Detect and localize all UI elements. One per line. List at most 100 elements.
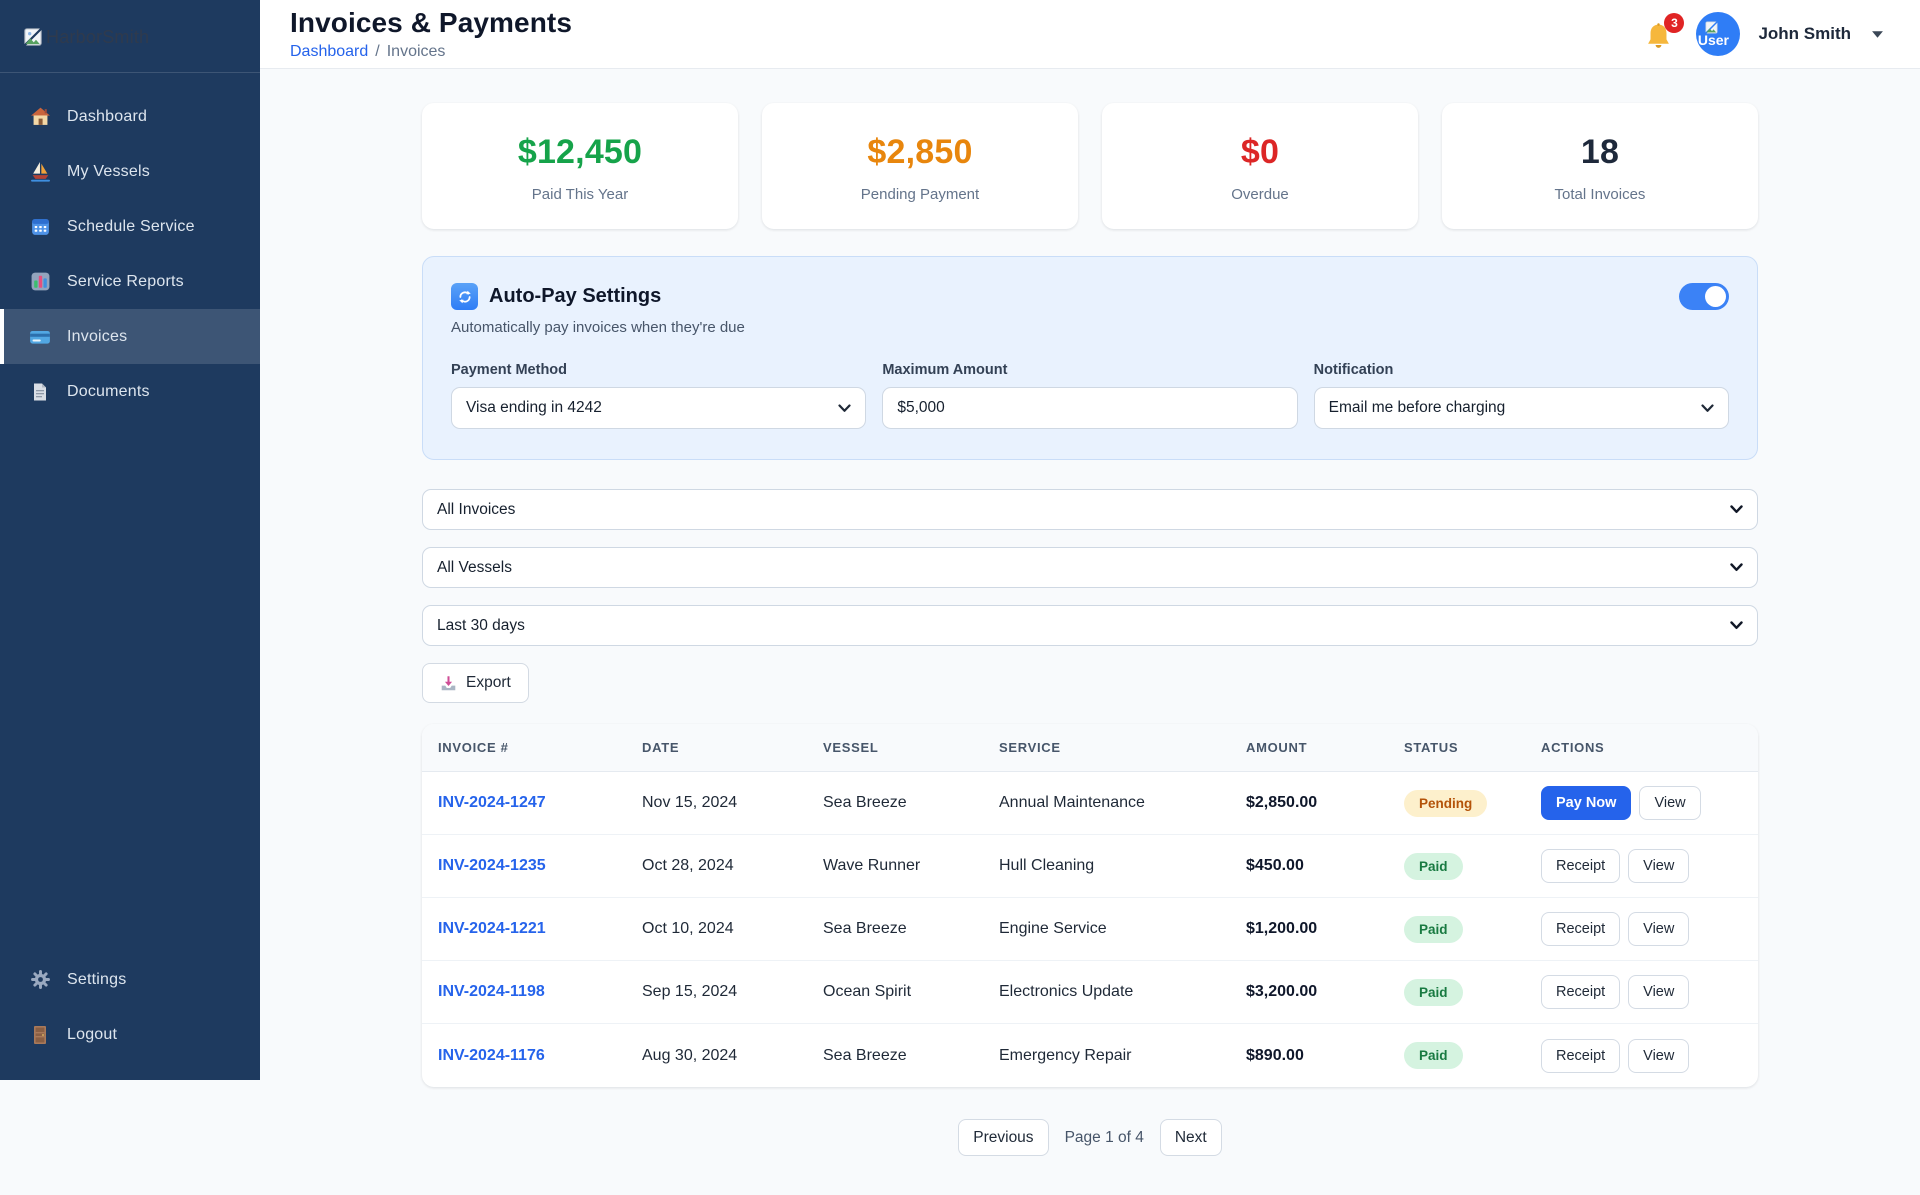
- invoice-service: Engine Service: [999, 920, 1107, 937]
- view-button[interactable]: View: [1628, 912, 1690, 946]
- column-header-status: STATUS: [1404, 740, 1459, 755]
- invoice-filter-value: All Invoices: [437, 500, 516, 518]
- view-button[interactable]: View: [1628, 849, 1690, 883]
- column-header-service: SERVICE: [999, 740, 1061, 755]
- invoice-date: Aug 30, 2024: [642, 1046, 738, 1064]
- invoice-service: Emergency Repair: [999, 1046, 1132, 1064]
- sidebar-item-invoices[interactable]: Invoices: [0, 309, 260, 364]
- table-header-row: INVOICE # DATE VESSEL SERVICE AMOUNT STA…: [422, 724, 1758, 772]
- top-header: Invoices & Payments Dashboard / Invoices 3…: [260, 0, 1920, 69]
- sailboat-icon: [29, 161, 51, 182]
- column-header-vessel: VESSEL: [823, 740, 879, 755]
- invoice-link[interactable]: INV-2024-1221: [438, 920, 546, 937]
- avatar-alt-text: User: [1697, 32, 1729, 48]
- stat-value: 18: [1580, 133, 1620, 171]
- status-badge: Paid: [1404, 915, 1463, 943]
- invoice-filter-select[interactable]: All Invoices: [422, 489, 1758, 530]
- chevron-down-icon: [1730, 505, 1743, 514]
- autopay-title: Auto-Pay Settings: [489, 285, 662, 307]
- breadcrumb-current: Invoices: [386, 43, 446, 60]
- receipt-button[interactable]: Receipt: [1541, 912, 1621, 946]
- chevron-down-icon[interactable]: [1871, 30, 1884, 39]
- invoice-vessel: Sea Breeze: [823, 1046, 907, 1064]
- bar-chart-icon: [29, 271, 51, 292]
- next-page-button[interactable]: Next: [1159, 1119, 1222, 1156]
- sidebar-item-label: Schedule Service: [67, 217, 195, 235]
- invoice-date: Nov 15, 2024: [642, 794, 738, 811]
- invoice-link[interactable]: INV-2024-1247: [438, 794, 546, 811]
- date-range-filter-value: Last 30 days: [437, 616, 525, 634]
- sidebar-nav: Dashboard My Vessels Schedule Service Se…: [0, 73, 260, 419]
- gear-icon: [29, 969, 51, 990]
- sidebar-item-service-reports[interactable]: Service Reports: [0, 254, 260, 309]
- column-header-date: DATE: [642, 740, 680, 755]
- sidebar: HarborSmith Dashboard My Vessels Schedul…: [0, 0, 260, 1080]
- receipt-button[interactable]: Receipt: [1541, 975, 1621, 1009]
- vessel-filter-select[interactable]: All Vessels: [422, 547, 1758, 588]
- invoice-vessel: Wave Runner: [823, 857, 921, 874]
- page-title: Invoices & Payments: [290, 7, 573, 38]
- invoice-link[interactable]: INV-2024-1176: [438, 1047, 545, 1064]
- sidebar-item-settings[interactable]: Settings: [0, 952, 260, 1007]
- filters-section: All Invoices All Vessels Last 30 days Ex…: [422, 489, 1758, 703]
- invoice-service: Electronics Update: [999, 983, 1134, 1000]
- invoices-table: INVOICE # DATE VESSEL SERVICE AMOUNT STA…: [422, 724, 1758, 1087]
- maximum-amount-label: Maximum Amount: [882, 362, 1008, 378]
- invoice-date: Sep 15, 2024: [642, 983, 738, 1000]
- autopay-toggle[interactable]: [1679, 283, 1729, 310]
- view-button[interactable]: View: [1628, 975, 1690, 1009]
- notifications-button[interactable]: 3: [1644, 13, 1685, 51]
- sidebar-footer: Settings Logout: [0, 952, 260, 1080]
- invoice-vessel: Sea Breeze: [823, 920, 907, 937]
- sidebar-item-label: Dashboard: [67, 107, 148, 125]
- notification-select[interactable]: Email me before charging: [1313, 387, 1729, 429]
- breadcrumb: Dashboard / Invoices: [290, 43, 572, 61]
- breadcrumb-dashboard-link[interactable]: Dashboard: [290, 43, 368, 60]
- invoice-link[interactable]: INV-2024-1235: [438, 857, 546, 874]
- download-tray-icon: [440, 675, 457, 692]
- invoice-amount: $450.00: [1246, 857, 1304, 874]
- sidebar-item-label: Logout: [67, 1025, 118, 1043]
- stat-card-paid-this-year: $12,450 Paid This Year: [422, 103, 738, 229]
- receipt-button[interactable]: Receipt: [1541, 1038, 1621, 1073]
- avatar[interactable]: User: [1696, 12, 1741, 56]
- sidebar-item-documents[interactable]: Documents: [0, 364, 260, 419]
- document-icon: [29, 382, 51, 402]
- table-row: INV-2024-1198 Sep 15, 2024 Ocean Spirit …: [422, 961, 1758, 1024]
- view-button[interactable]: View: [1639, 786, 1701, 820]
- invoice-amount: $890.00: [1246, 1046, 1304, 1064]
- chevron-down-icon: [1730, 563, 1743, 572]
- maximum-amount-input[interactable]: [882, 387, 1298, 429]
- sidebar-item-my-vessels[interactable]: My Vessels: [0, 144, 260, 199]
- receipt-button[interactable]: Receipt: [1541, 849, 1621, 883]
- sidebar-item-logout[interactable]: Logout: [0, 1007, 260, 1062]
- sidebar-item-dashboard[interactable]: Dashboard: [0, 89, 260, 144]
- invoice-service: Hull Cleaning: [999, 857, 1095, 874]
- column-header-invoice: INVOICE #: [438, 740, 509, 755]
- view-button[interactable]: View: [1628, 1038, 1690, 1073]
- stat-card-total-invoices: 18 Total Invoices: [1442, 103, 1758, 229]
- invoice-vessel: Ocean Spirit: [823, 983, 912, 1000]
- notification-count-badge: 3: [1664, 13, 1685, 33]
- date-range-filter-select[interactable]: Last 30 days: [422, 605, 1758, 646]
- stat-label: Total Invoices: [1554, 186, 1646, 203]
- pay-now-button[interactable]: Pay Now: [1541, 786, 1632, 820]
- page-info: Page 1 of 4: [1064, 1128, 1144, 1146]
- stat-value: $0: [1240, 133, 1280, 171]
- pagination: Previous Page 1 of 4 Next: [422, 1119, 1758, 1156]
- invoice-link[interactable]: INV-2024-1198: [438, 983, 545, 1000]
- vessel-filter-value: All Vessels: [437, 558, 512, 576]
- stats-row: $12,450 Paid This Year $2,850 Pending Pa…: [422, 103, 1758, 229]
- invoice-service: Annual Maintenance: [999, 794, 1145, 811]
- sidebar-item-schedule-service[interactable]: Schedule Service: [0, 199, 260, 254]
- payment-method-select[interactable]: Visa ending in 4242: [451, 387, 867, 429]
- previous-page-button[interactable]: Previous: [958, 1119, 1049, 1156]
- stat-card-pending-payment: $2,850 Pending Payment: [762, 103, 1078, 229]
- refresh-icon: [451, 283, 478, 310]
- sidebar-item-label: Settings: [67, 970, 127, 988]
- stat-label: Overdue: [1231, 186, 1289, 203]
- brand-logo: HarborSmith: [0, 0, 260, 73]
- status-badge: Paid: [1404, 852, 1463, 880]
- table-row: INV-2024-1235 Oct 28, 2024 Wave Runner H…: [422, 835, 1758, 898]
- export-button[interactable]: Export: [422, 663, 529, 703]
